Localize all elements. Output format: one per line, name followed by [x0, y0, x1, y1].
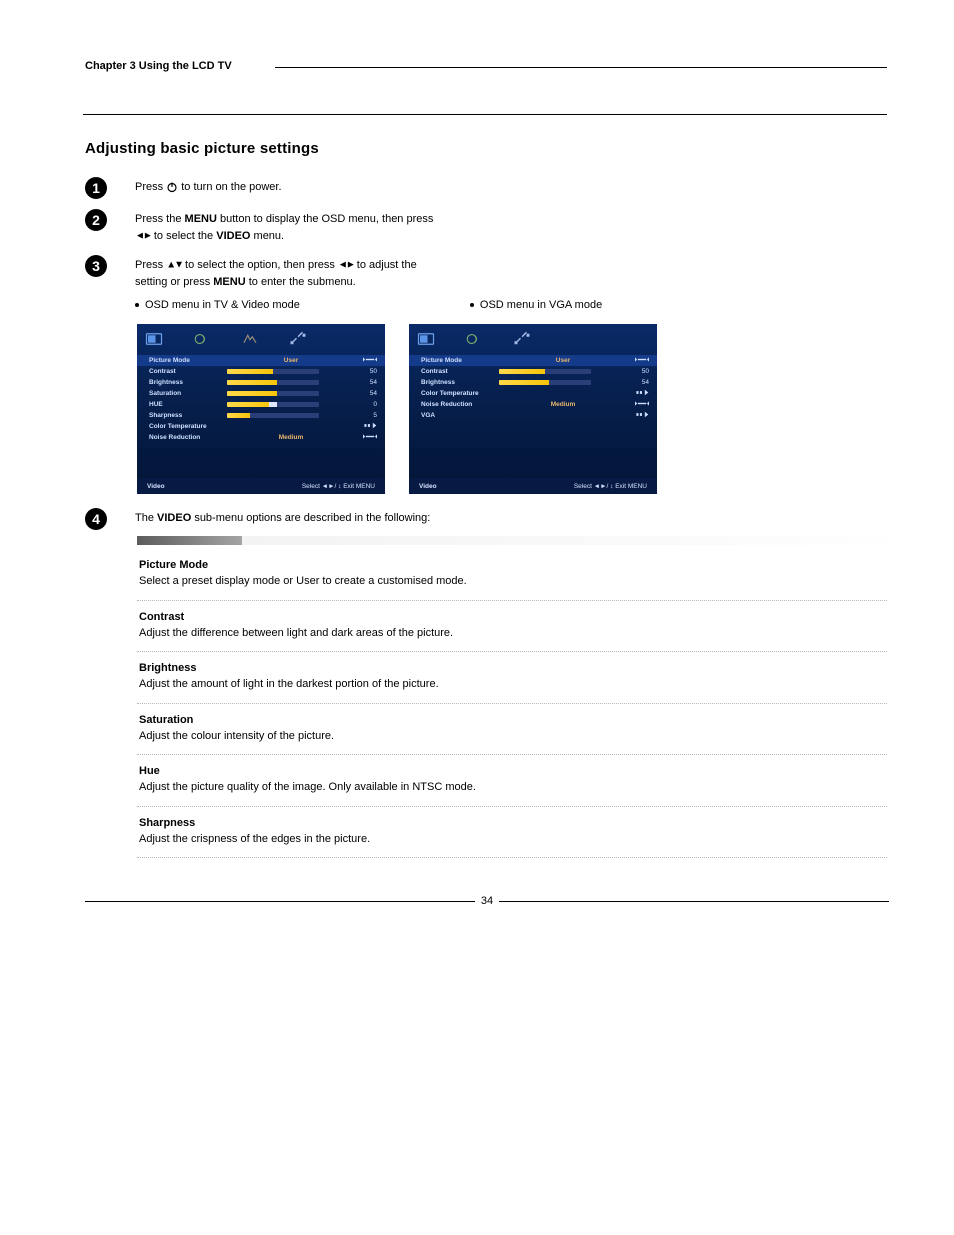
osd-footer-hint: Select ◄►/ ↕ Exit MENU [574, 483, 647, 490]
table-header-bar [137, 536, 887, 545]
osd-row: Picture ModeUser [137, 355, 385, 366]
option-desc: Adjust the picture quality of the image.… [139, 779, 885, 796]
option-row: Contrast Adjust the difference between li… [137, 611, 887, 642]
row-divider [137, 754, 887, 755]
option-row: Brightness Adjust the amount of light in … [137, 662, 887, 693]
bullet-vga: OSD menu in VGA mode [470, 297, 602, 314]
row-divider [137, 600, 887, 601]
s3l2c: to enter the submenu. [249, 276, 356, 288]
step1-pre: Press [135, 181, 163, 193]
osd-row: Noise ReductionMedium [149, 432, 377, 443]
row-divider [137, 857, 887, 858]
s4-video: VIDEO [157, 512, 191, 524]
step-number-1: 1 [85, 177, 107, 199]
page-footer: 34 [85, 895, 889, 907]
s2l1a: Press the [135, 213, 185, 225]
option-name: Contrast [139, 611, 885, 623]
chapter-title: Chapter 3 Using the LCD TV [85, 60, 232, 72]
option-name: Picture Mode [139, 559, 885, 571]
left-right-arrows-icon: ◄► [135, 230, 151, 241]
option-name: Saturation [139, 714, 885, 726]
osd-row: Sharpness5 [149, 410, 377, 421]
osd-row: Contrast50 [149, 366, 377, 377]
osd-row: Color Temperature [421, 388, 649, 399]
option-row: Picture Mode Select a preset display mode… [137, 559, 887, 590]
osd-footer-title: Video [419, 483, 437, 490]
osd-row: Color Temperature [149, 421, 377, 432]
bullet-tv-video: OSD menu in TV & Video mode [135, 297, 300, 314]
osd-tab-setup-icon [511, 331, 533, 347]
option-row: Hue Adjust the picture quality of the ima… [137, 765, 887, 796]
osd-row: Contrast50 [421, 366, 649, 377]
power-icon [166, 181, 178, 193]
osd-tab-audio-icon [463, 331, 485, 347]
row-divider [137, 703, 887, 704]
s4-pre: The [135, 512, 157, 524]
up-down-arrows-icon: ▲▼ [166, 259, 182, 270]
option-name: Hue [139, 765, 885, 777]
row-divider [137, 806, 887, 807]
osd-row: Noise ReductionMedium [421, 399, 649, 410]
osd-tab-video-icon [143, 331, 165, 347]
s3l1c: to adjust the [357, 259, 417, 271]
s3l2a: setting or press [135, 276, 213, 288]
s2-video: VIDEO [216, 230, 250, 242]
osd-row: VGA [421, 410, 649, 421]
osd-screenshot-left: Picture ModeUserContrast50Brightness54Sa… [137, 324, 385, 494]
step-3-body: Press ▲▼ to select the option, then pres… [135, 255, 869, 314]
step-number-4: 4 [85, 508, 107, 530]
option-name: Sharpness [139, 817, 885, 829]
step1-post: to turn on the power. [181, 181, 281, 193]
header-rule [275, 67, 887, 68]
section-title: Adjusting basic picture settings [85, 140, 869, 157]
s2l2d: menu. [254, 230, 285, 242]
page-number: 34 [475, 895, 499, 907]
osd-footer-hint: Select ◄►/ ↕ Exit MENU [302, 483, 375, 490]
s4-post: sub-menu options are described in the fo… [194, 512, 430, 524]
s3l1b: to select the option, then press [185, 259, 338, 271]
osd-tab-video-icon [415, 331, 437, 347]
osd-tab-channel-icon [239, 331, 261, 347]
osd-row: Saturation54 [149, 388, 377, 399]
osd-screenshot-right: Picture ModeUserContrast50Brightness54Co… [409, 324, 657, 494]
osd-tab-audio-icon [191, 331, 213, 347]
osd-row: Picture ModeUser [409, 355, 657, 366]
option-desc: Adjust the colour intensity of the pictu… [139, 728, 885, 745]
step-1-body: Press to turn on the power. [135, 177, 869, 196]
option-desc: Select a preset display mode or User to … [139, 573, 885, 590]
option-desc: Adjust the amount of light in the darkes… [139, 676, 885, 693]
s2l1c: button to display the OSD menu, then pre… [220, 213, 433, 225]
option-row: Saturation Adjust the colour intensity of… [137, 714, 887, 745]
option-name: Brightness [139, 662, 885, 674]
s2l2b: to select the [154, 230, 216, 242]
left-right-arrows-icon: ◄► [338, 259, 354, 270]
osd-row: Brightness54 [149, 377, 377, 388]
step-4-body: The VIDEO sub-menu options are described… [135, 508, 869, 527]
osd-footer-title: Video [147, 483, 165, 490]
option-desc: Adjust the crispness of the edges in the… [139, 831, 885, 848]
osd-row: Brightness54 [421, 377, 649, 388]
s2-menu: MENU [185, 213, 217, 225]
s3l1a: Press [135, 259, 166, 271]
top-rule [83, 114, 887, 115]
row-divider [137, 651, 887, 652]
option-row: Sharpness Adjust the crispness of the edg… [137, 817, 887, 848]
option-desc: Adjust the difference between light and … [139, 625, 885, 642]
osd-row: HUE0 [149, 399, 377, 410]
step-2-body: Press the MENU button to display the OSD… [135, 209, 869, 245]
osd-tab-setup-icon [287, 331, 309, 347]
s3-menu: MENU [213, 276, 245, 288]
step-number-2: 2 [85, 209, 107, 231]
step-number-3: 3 [85, 255, 107, 277]
